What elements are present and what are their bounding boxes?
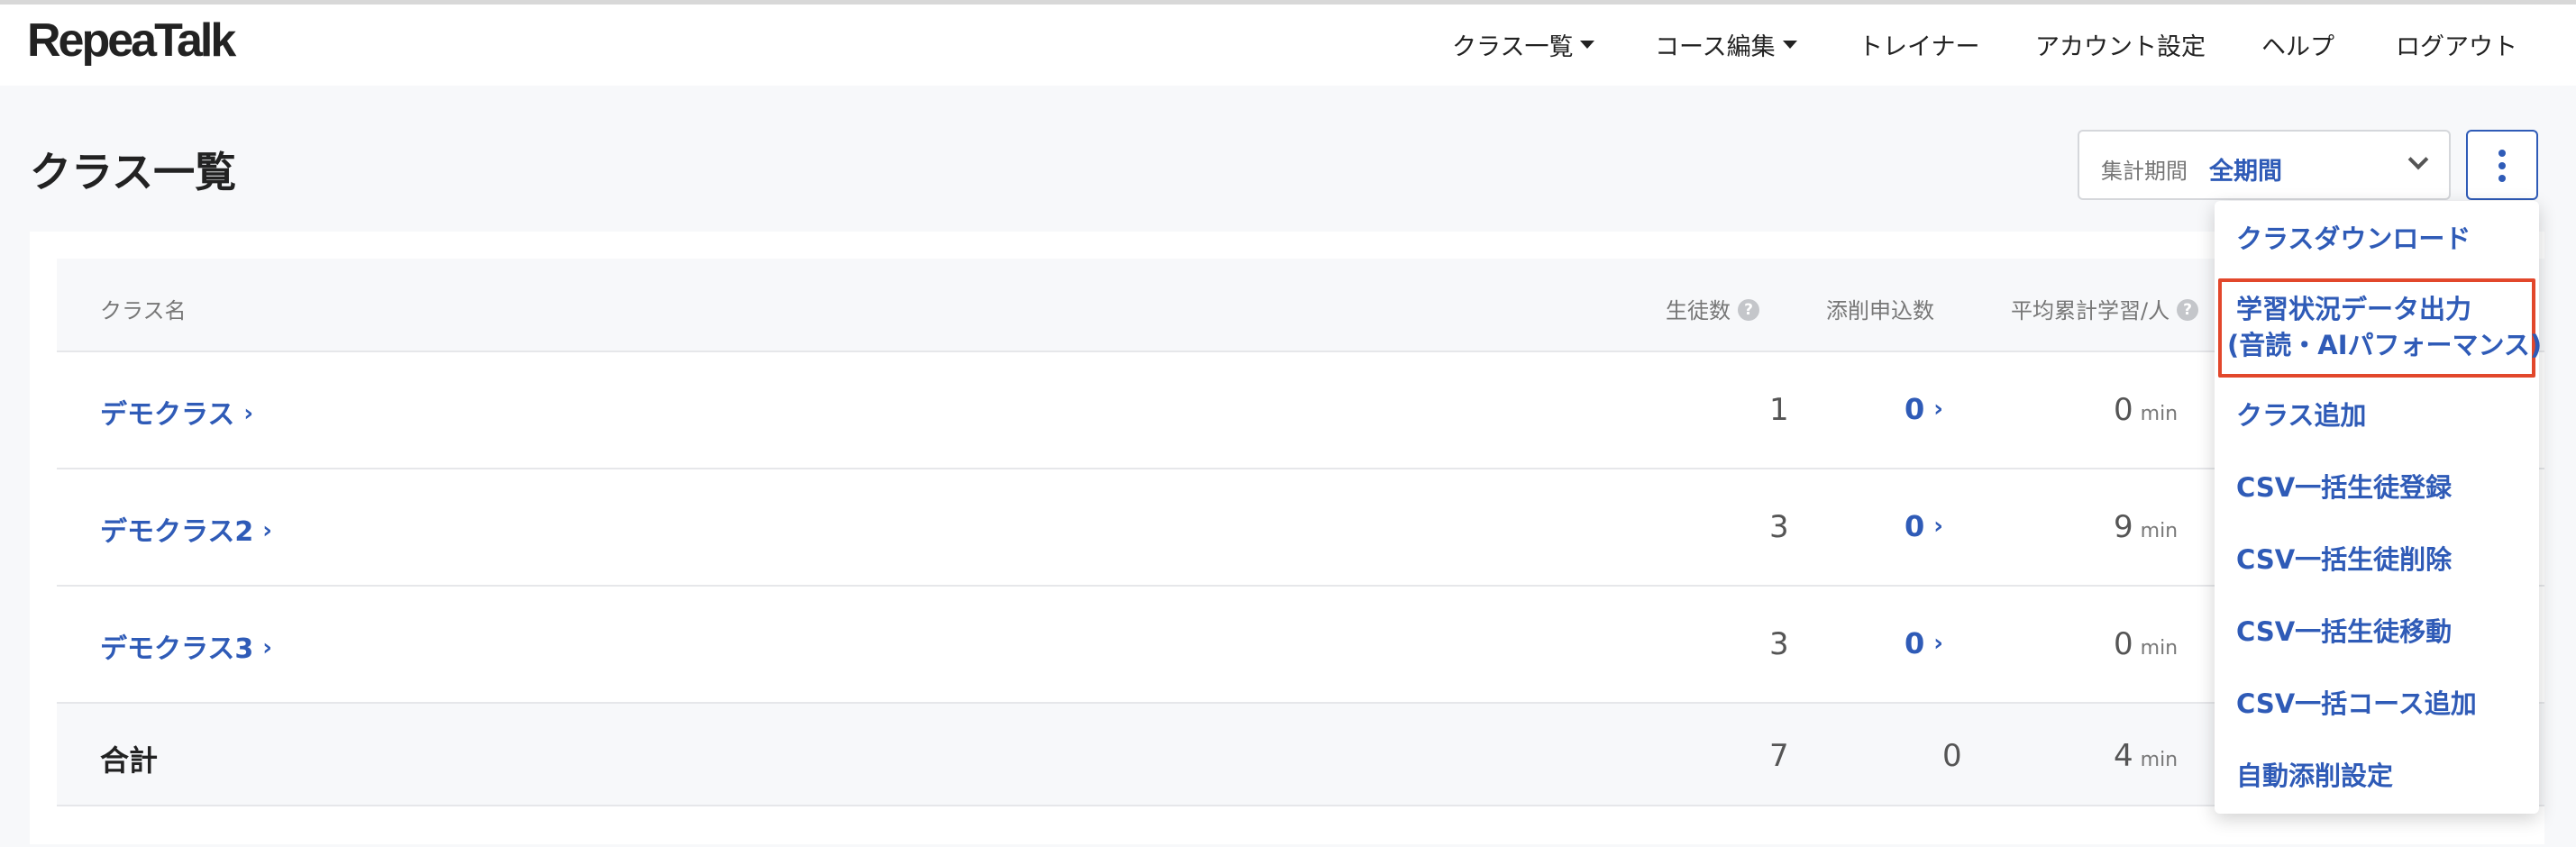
app-logo[interactable]: RepeaTalk xyxy=(27,14,236,68)
kebab-dot-icon xyxy=(2498,150,2506,157)
nav-help[interactable]: ヘルプ xyxy=(2261,27,2334,62)
unit-label: min xyxy=(2140,749,2179,771)
period-value: 全期間 xyxy=(2209,158,2282,186)
menu-item-csv-course-add[interactable]: CSV一括コース追加 xyxy=(2236,686,2477,722)
submissions-link[interactable]: 0 › xyxy=(1905,626,1943,660)
nav-class-list[interactable]: クラス一覧 xyxy=(1452,27,1595,62)
menu-item-auto-correction[interactable]: 自動添削設定 xyxy=(2236,758,2393,794)
menu-item-sublabel: (音読・AIパフォーマンス) xyxy=(2227,330,2543,360)
chevron-right-icon: › xyxy=(262,634,272,661)
kebab-dot-icon xyxy=(2498,162,2506,169)
class-name: デモクラス2 xyxy=(100,516,254,548)
nav-trainer[interactable]: トレイナー xyxy=(1859,27,1979,62)
kebab-dot-icon xyxy=(2498,175,2506,182)
chevron-down-icon xyxy=(2407,149,2429,170)
submissions-link[interactable]: 0 › xyxy=(1905,392,1943,426)
avg-study-number: 0 xyxy=(2114,626,2133,662)
avg-study-value: 0 min xyxy=(2114,626,2178,662)
menu-item-learning-data-export[interactable]: 学習状況データ出力 (音読・AIパフォーマンス) xyxy=(2227,291,2542,363)
submissions-link[interactable]: 0 › xyxy=(1905,509,1943,543)
caret-down-icon xyxy=(1782,41,1797,49)
chevron-right-icon: › xyxy=(1933,630,1943,657)
total-students: 7 xyxy=(1769,738,1789,774)
total-avg-number: 4 xyxy=(2114,738,2133,774)
header-students-label: 生徒数 xyxy=(1666,298,1731,323)
menu-item-class-download[interactable]: クラスダウンロード xyxy=(2236,221,2471,257)
chevron-right-icon: › xyxy=(243,400,254,427)
total-label: 合計 xyxy=(100,743,159,778)
class-link[interactable]: デモクラス › xyxy=(100,392,253,432)
nav-course-edit[interactable]: コース編集 xyxy=(1655,27,1797,62)
table-row: デモクラス › 1 0 › 0 min xyxy=(57,352,2544,469)
unit-label: min xyxy=(2140,637,2179,660)
help-icon[interactable]: ? xyxy=(2177,299,2199,321)
help-icon[interactable]: ? xyxy=(1738,299,1759,321)
students-count: 1 xyxy=(1769,392,1789,428)
class-name: デモクラス3 xyxy=(100,633,254,665)
more-options-button[interactable] xyxy=(2466,130,2538,200)
header-students: 生徒数? xyxy=(1666,293,1759,324)
class-link[interactable]: デモクラス3 › xyxy=(100,626,272,666)
students-count: 3 xyxy=(1769,626,1789,662)
header-avg-study: 平均累計学習/人? xyxy=(2011,293,2199,324)
period-select[interactable]: 集計期間 全期間 xyxy=(2078,130,2451,200)
menu-item-csv-student-register[interactable]: CSV一括生徒登録 xyxy=(2236,469,2452,505)
nav-course-edit-label: コース編集 xyxy=(1655,33,1776,61)
avg-study-number: 9 xyxy=(2114,509,2133,545)
avg-study-value: 9 min xyxy=(2114,509,2178,545)
nav-logout[interactable]: ログアウト xyxy=(2396,27,2517,62)
table-total-row: 合計 7 0 4 min xyxy=(57,704,2544,806)
submissions-count: 0 xyxy=(1905,626,1925,660)
period-label: 集計期間 xyxy=(2101,159,2188,184)
top-navbar: RepeaTalk クラス一覧 コース編集 トレイナー アカウント設定 ヘルプ … xyxy=(0,5,2576,86)
class-name: デモクラス xyxy=(100,399,235,431)
table-row: デモクラス2 › 3 0 › 9 min xyxy=(57,469,2544,587)
menu-item-csv-student-delete[interactable]: CSV一括生徒削除 xyxy=(2236,542,2452,578)
chevron-right-icon: › xyxy=(1933,513,1943,540)
main-content: クラス一覧 集計期間 全期間 クラス名 生徒数? 添削申込数 平均累計学習/人?… xyxy=(0,86,2576,847)
header-avg-study-label: 平均累計学習/人 xyxy=(2011,298,2170,323)
chevron-right-icon: › xyxy=(262,517,272,544)
nav-account-settings[interactable]: アカウント設定 xyxy=(2035,27,2206,62)
submissions-count: 0 xyxy=(1905,392,1925,426)
menu-item-csv-student-move[interactable]: CSV一括生徒移動 xyxy=(2236,614,2452,650)
header-class-name: クラス名 xyxy=(100,298,187,323)
chevron-right-icon: › xyxy=(1933,396,1943,423)
avg-study-value: 0 min xyxy=(2114,392,2178,428)
total-submissions: 0 xyxy=(1942,738,1962,774)
menu-item-add-class[interactable]: クラス追加 xyxy=(2236,397,2366,433)
table-header: クラス名 生徒数? 添削申込数 平均累計学習/人? xyxy=(57,259,2544,352)
unit-label: min xyxy=(2140,403,2179,425)
page-title: クラス一覧 xyxy=(30,148,237,196)
unit-label: min xyxy=(2140,520,2179,542)
avg-study-number: 0 xyxy=(2114,392,2133,428)
header-submissions: 添削申込数 xyxy=(1826,298,1934,323)
nav-class-list-label: クラス一覧 xyxy=(1452,33,1574,61)
table-row: デモクラス3 › 3 0 › 0 min xyxy=(57,587,2544,704)
students-count: 3 xyxy=(1769,509,1789,545)
menu-item-label: 学習状況データ出力 xyxy=(2236,294,2472,324)
submissions-count: 0 xyxy=(1905,509,1925,543)
total-avg-study: 4 min xyxy=(2114,738,2178,774)
class-table-card: クラス名 生徒数? 添削申込数 平均累計学習/人? デモクラス › 1 0 › 0m… xyxy=(30,232,2544,844)
caret-down-icon xyxy=(1580,41,1595,49)
more-options-menu: クラスダウンロード 学習状況データ出力 (音読・AIパフォーマンス) クラス追加… xyxy=(2215,201,2542,814)
class-link[interactable]: デモクラス2 › xyxy=(100,509,272,549)
